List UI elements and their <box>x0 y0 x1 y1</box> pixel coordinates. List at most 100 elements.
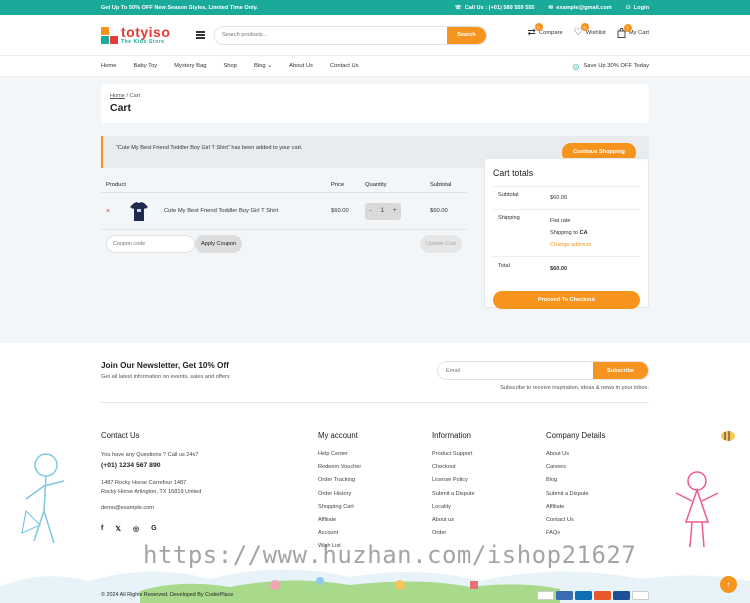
proceed-to-checkout-button[interactable]: Proceed To Checkout <box>493 291 640 309</box>
footer: Contact Us You have any Questions ? Call… <box>0 431 750 603</box>
facebook-icon[interactable]: f <box>101 525 103 533</box>
wishlist-button[interactable]: ♡ 0 Wishlist <box>574 23 606 38</box>
bee-icon <box>721 431 735 441</box>
footer-link[interactable]: Submit a Dispute <box>546 491 605 504</box>
girl-doodle-right-icon <box>675 471 719 548</box>
menu-icon[interactable] <box>196 30 205 41</box>
paypal-icon <box>632 590 649 600</box>
cart-main: Home / Cart Cart “Cute My Best Friend To… <box>0 77 750 343</box>
remove-item-icon[interactable]: × <box>106 208 128 215</box>
compare-count-badge: 0 <box>534 23 543 31</box>
card-icon <box>556 590 573 600</box>
footer-link[interactable]: Careers <box>546 464 605 477</box>
logo-blocks-icon <box>101 26 118 44</box>
product-subtotal: $60.00 <box>430 208 448 214</box>
header: totyiso The Kids Store Search ⇄ 0 Compar… <box>0 15 750 55</box>
cart-table-header: Product Price Quantity Subtotal <box>101 177 467 193</box>
search-button[interactable]: Search <box>447 26 486 44</box>
kid-doodle-left-icon <box>21 453 65 544</box>
footer-link[interactable]: Locality <box>432 504 475 517</box>
compare-button[interactable]: ⇄ 0 Compare <box>528 23 563 38</box>
apply-coupon-button[interactable]: Apply Coupon <box>195 235 243 253</box>
nav-item-home[interactable]: Home <box>101 63 116 69</box>
user-icon: ⚇ <box>625 4 631 11</box>
phone-icon: ☏ <box>454 4 462 11</box>
breadcrumb: Home / Cart <box>110 93 141 99</box>
footer-link[interactable]: Contact Us <box>546 517 605 530</box>
newsletter-email-input[interactable] <box>438 362 593 379</box>
subscribe-button[interactable]: Subscribe <box>593 362 648 379</box>
coupon-input[interactable] <box>106 235 195 253</box>
qty-minus-button[interactable]: - <box>370 208 372 214</box>
update-cart-button[interactable]: Update Cart <box>419 235 462 253</box>
footer-link[interactable]: Affiliate <box>546 504 605 517</box>
footer-link[interactable]: Shopping Cart <box>318 504 361 517</box>
footer-link[interactable]: Checkout <box>432 464 475 477</box>
card-icon <box>575 590 592 600</box>
wishlist-count-badge: 0 <box>580 23 589 31</box>
footer-my-account: My account Help Center Redeem Voucher Or… <box>318 431 361 557</box>
nav-item-contact[interactable]: Contact Us <box>330 63 359 69</box>
footer-link[interactable]: Redeem Voucher <box>318 464 361 477</box>
footer-company: Company Details About Us Careers Blog Su… <box>546 431 605 543</box>
notice-text: “Cute My Best Friend Toddler Boy Girl T … <box>116 145 303 151</box>
footer-link[interactable]: Product Support <box>432 451 475 464</box>
footer-email[interactable]: demo@example.com <box>101 504 201 513</box>
newsletter: Join Our Newsletter, Get 10% Off Get all… <box>101 343 649 403</box>
nav-item-about[interactable]: About Us <box>289 63 313 69</box>
footer-phone[interactable]: (+01) 1234 567 890 <box>101 461 201 470</box>
search-bar: Search <box>214 25 487 45</box>
table-row: × Cute My Best Friend Toddler Boy Girl T… <box>101 193 467 230</box>
page-title-box: Home / Cart Cart <box>101 84 649 123</box>
login-link[interactable]: ⚇ Login <box>626 5 649 11</box>
footer-link[interactable]: Blog <box>546 477 605 490</box>
nav-item-baby-toy[interactable]: Baby Toy <box>133 63 157 69</box>
footer-link[interactable]: Help Center <box>318 451 361 464</box>
mastercard-icon <box>594 590 611 600</box>
cart-totals-title: Cart totals <box>493 168 534 178</box>
logo[interactable]: totyiso The Kids Store <box>101 23 185 45</box>
footer-link[interactable]: License Policy <box>432 477 475 490</box>
change-address-link[interactable]: Change address <box>550 239 635 251</box>
footer-link[interactable]: Affiliate <box>318 517 361 530</box>
footer-contact: Contact Us You have any Questions ? Call… <box>101 431 202 533</box>
cart-count-badge: 1 <box>623 23 632 32</box>
newsletter-subtitle: Get all latest information on events, sa… <box>101 374 230 380</box>
footer-link[interactable]: Order Tracking <box>318 477 361 490</box>
mail-icon: ✉ <box>548 4 554 11</box>
footer-link[interactable]: About us <box>432 517 475 530</box>
nav-item-shop[interactable]: Shop <box>223 63 237 69</box>
quantity-stepper: - 1 + <box>365 202 401 220</box>
product-thumbnail[interactable] <box>128 201 150 222</box>
newsletter-title: Join Our Newsletter, Get 10% Off <box>101 361 229 370</box>
qty-value[interactable]: 1 <box>381 208 384 214</box>
cart-button[interactable]: 1 My Cart <box>617 23 649 38</box>
logo-name: totyiso <box>121 23 171 40</box>
top-bar: Get Up To 50% OFF New Season Styles, Lim… <box>0 0 750 15</box>
search-input[interactable] <box>215 26 447 44</box>
breadcrumb-home[interactable]: Home <box>110 93 125 99</box>
totals-total: $60.00 <box>550 266 568 272</box>
page-title: Cart <box>110 102 132 114</box>
cart-table: Product Price Quantity Subtotal × Cute M… <box>101 177 467 258</box>
totals-subtotal: $60.00 <box>550 195 568 201</box>
watermark: https://www.huzhan.com/ishop21627 <box>143 541 637 569</box>
instagram-icon[interactable]: ◎ <box>133 525 139 533</box>
footer-link[interactable]: Order History <box>318 491 361 504</box>
footer-link[interactable]: Submit a Dispute <box>432 491 475 504</box>
product-price: $60.00 <box>331 208 349 214</box>
product-name[interactable]: Cute My Best Friend Toddler Boy Girl T S… <box>164 208 278 214</box>
x-twitter-icon[interactable]: 𝕏 <box>115 525 121 533</box>
scroll-to-top-icon[interactable]: ↑ <box>720 576 737 593</box>
qty-plus-button[interactable]: + <box>393 208 397 214</box>
card-icon <box>613 590 630 600</box>
nav-item-blog[interactable]: Blog ⌄ <box>254 63 272 69</box>
email-info[interactable]: ✉ example@gmail.com <box>549 5 612 11</box>
footer-link[interactable]: About Us <box>546 451 605 464</box>
nav-item-mystery-bag[interactable]: Mystery Bag <box>174 63 206 69</box>
call-info[interactable]: ☏ Call Us : (+01) 589 559 555 <box>455 5 535 11</box>
visa-icon <box>537 590 554 600</box>
copyright: © 2024 All Rights Reserved. Developed By… <box>101 592 234 598</box>
discount-icon: ◎ <box>572 61 580 71</box>
google-icon[interactable]: G <box>151 525 156 533</box>
